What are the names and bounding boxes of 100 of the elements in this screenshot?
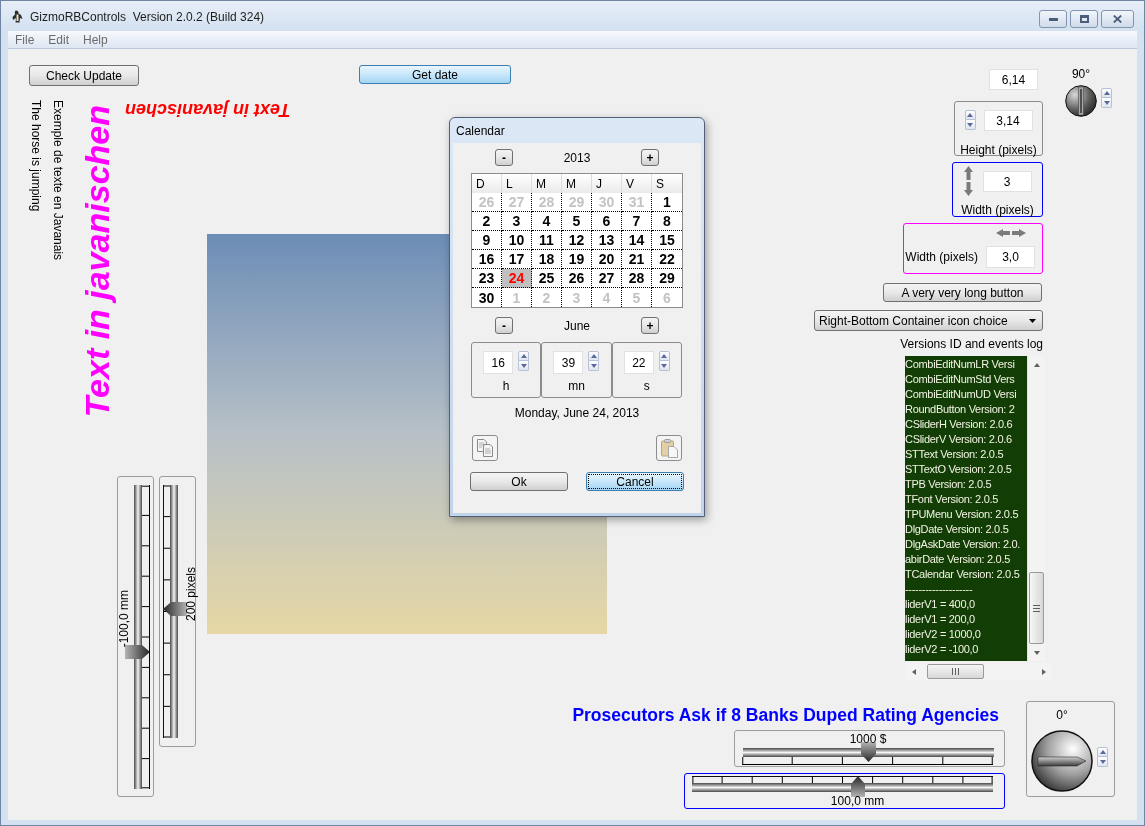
slider-thumb[interactable] xyxy=(860,742,876,762)
calendar-day[interactable]: 29 xyxy=(652,269,682,288)
calendar-day[interactable]: 4 xyxy=(532,212,562,231)
spin-up-button[interactable] xyxy=(518,351,530,361)
calendar-day[interactable]: 19 xyxy=(562,250,592,269)
long-button[interactable]: A very very long button xyxy=(883,283,1042,302)
slider-thumb[interactable] xyxy=(163,601,187,616)
calendar-day[interactable]: 22 xyxy=(652,250,682,269)
up-down-arrow-icon xyxy=(963,166,973,196)
dropdown[interactable]: Right-Bottom Container icon choice xyxy=(814,310,1043,331)
spin-up-button[interactable] xyxy=(964,110,976,120)
log-list[interactable] xyxy=(905,356,1045,661)
menu-item[interactable]: Help xyxy=(76,31,115,48)
number-field[interactable]: 3,14 xyxy=(983,110,1033,131)
rotary-knob[interactable] xyxy=(1031,730,1093,792)
number-field[interactable]: 39 xyxy=(553,351,584,374)
vertical-slider[interactable]: -100,0 mm xyxy=(117,476,154,797)
log-line: liderV1 = 200,0 xyxy=(905,612,976,627)
calendar-day[interactable]: 15 xyxy=(652,231,682,250)
log-line: TFont Version: 2.0.5 xyxy=(905,492,1000,507)
left-triangle-icon xyxy=(911,668,916,675)
menu-item[interactable]: Edit xyxy=(41,31,77,48)
next-button[interactable]: + xyxy=(641,149,659,166)
number-field[interactable]: 3 xyxy=(982,171,1032,192)
spin-down-button[interactable] xyxy=(1097,757,1108,767)
calendar-day[interactable]: 27 xyxy=(592,269,622,288)
calendar-day[interactable]: 9 xyxy=(472,231,502,250)
scroll-thumb[interactable] xyxy=(1029,572,1044,644)
calendar-day[interactable]: 5 xyxy=(562,212,592,231)
spin-up-button[interactable] xyxy=(1101,88,1112,98)
log-line: TPUMenu Version: 2.0.5 xyxy=(905,507,1020,522)
calendar-day[interactable]: 18 xyxy=(532,250,562,269)
calendar-day[interactable]: 1 xyxy=(652,193,682,212)
vertical-slider[interactable]: 200 pixels xyxy=(159,476,196,747)
check-update-button[interactable]: Check Update xyxy=(29,65,139,86)
cancel-button[interactable]: Cancel xyxy=(586,472,684,491)
slider-thumb[interactable] xyxy=(850,776,865,797)
calendar-day[interactable]: 21 xyxy=(622,250,652,269)
menu-item[interactable]: File xyxy=(8,31,42,48)
horizontal-slider[interactable]: 1000 $ xyxy=(734,730,1005,767)
up-triangle-icon xyxy=(591,354,597,358)
calendar-day[interactable]: 25 xyxy=(532,269,562,288)
weekday-header: D xyxy=(472,174,502,193)
calendar-day[interactable]: 30 xyxy=(472,288,502,307)
number-field[interactable]: 22 xyxy=(623,351,654,374)
number-field[interactable]: 6,14 xyxy=(989,69,1038,90)
minimize-icon xyxy=(1048,17,1058,21)
number-field[interactable]: 3,0 xyxy=(986,246,1035,268)
next-button[interactable]: + xyxy=(641,317,659,334)
log-line: liderV2 = 1000,0 xyxy=(905,627,982,642)
copy-icon xyxy=(477,439,493,457)
grip-icon xyxy=(1033,604,1040,612)
spin-down-button[interactable] xyxy=(1101,98,1112,108)
spin-down-button[interactable] xyxy=(964,120,976,130)
up-triangle-icon xyxy=(661,354,668,358)
calendar-day[interactable]: 10 xyxy=(502,231,532,250)
calendar-day[interactable]: 8 xyxy=(652,212,682,231)
previous-button[interactable]: - xyxy=(495,317,513,334)
field-label: Height (pixels) xyxy=(960,143,1037,157)
up-triangle-icon xyxy=(1099,750,1106,754)
scroll-thumb[interactable] xyxy=(927,664,984,679)
horizontal-slider[interactable]: 100,0 mm xyxy=(684,773,1005,809)
calendar-day[interactable]: 7 xyxy=(622,212,652,231)
spin-up-button[interactable] xyxy=(658,351,670,361)
paste-button[interactable] xyxy=(656,435,682,461)
slider-thumb[interactable] xyxy=(125,645,150,660)
calendar-day[interactable]: 2 xyxy=(472,212,502,231)
calendar-day[interactable]: 16 xyxy=(472,250,502,269)
minimize-button[interactable] xyxy=(1039,10,1067,28)
spin-up-button[interactable] xyxy=(588,351,600,361)
down-triangle-icon xyxy=(1103,100,1110,105)
calendar-day[interactable]: 12 xyxy=(562,231,592,250)
get-date-button[interactable]: Get date xyxy=(359,65,511,84)
rotary-knob[interactable] xyxy=(1065,85,1097,117)
month-label: June xyxy=(564,318,590,333)
calendar-day[interactable]: 14 xyxy=(622,231,652,250)
log-line: DlgAskDate Version: 2.0. xyxy=(905,537,1022,552)
time-unit-label: h xyxy=(502,379,510,393)
calendar-day[interactable]: 20 xyxy=(592,250,622,269)
calendar-day[interactable]: 26 xyxy=(562,269,592,288)
calendar-day[interactable]: 28 xyxy=(622,269,652,288)
down-triangle-icon xyxy=(1099,759,1106,764)
weekday-header: M xyxy=(532,174,562,193)
calendar-day[interactable]: 11 xyxy=(532,231,562,250)
spin-down-button[interactable] xyxy=(658,361,670,371)
calendar-day[interactable]: 6 xyxy=(592,212,622,231)
copy-button[interactable] xyxy=(472,435,498,461)
calendar-day[interactable]: 13 xyxy=(592,231,622,250)
maximize-button[interactable] xyxy=(1070,10,1098,28)
spin-up-button[interactable] xyxy=(1097,747,1108,757)
log-line: CombiEditNumLR Versi xyxy=(905,357,1016,372)
down-triangle-icon xyxy=(520,363,527,368)
weekday-header: M xyxy=(562,174,592,193)
ok-button[interactable]: Ok xyxy=(470,472,568,491)
previous-button[interactable]: - xyxy=(495,149,513,166)
spin-down-button[interactable] xyxy=(588,361,600,371)
spin-down-button[interactable] xyxy=(518,361,530,371)
number-field[interactable]: 16 xyxy=(483,351,514,374)
close-button[interactable] xyxy=(1101,10,1134,28)
calendar-day[interactable]: 3 xyxy=(502,212,532,231)
